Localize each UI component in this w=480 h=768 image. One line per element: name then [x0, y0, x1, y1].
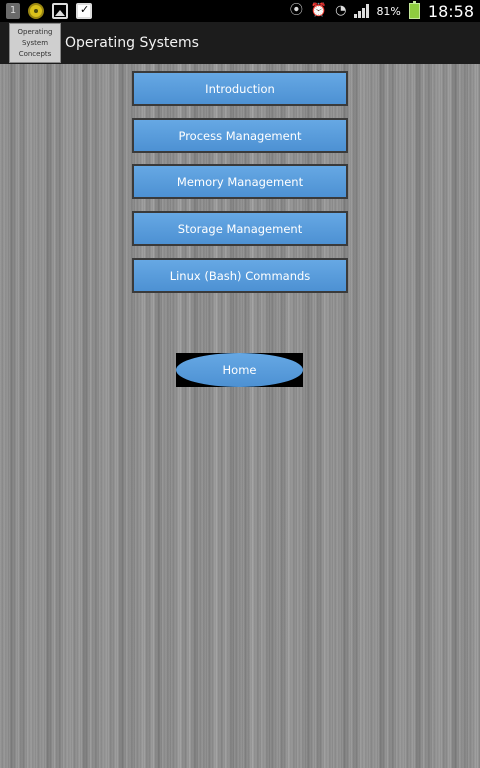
logo-line: Concepts: [18, 49, 52, 58]
battery-percent: 81%: [376, 4, 401, 18]
signal-icon: [354, 4, 370, 18]
process-management-button[interactable]: Process Management: [132, 118, 348, 153]
logo-line: Operating: [17, 27, 53, 36]
clipboard-check-icon: [76, 3, 92, 19]
wifi-icon: ◔: [335, 3, 347, 18]
notification-count-icon: 1: [6, 3, 20, 19]
main-content: Introduction Process Management Memory M…: [0, 64, 480, 768]
status-right: ⦿ ⏰ ◔ 81% 18:58: [290, 0, 474, 22]
app-logo[interactable]: Operating System Concepts: [9, 23, 61, 63]
home-button[interactable]: Home: [176, 353, 303, 387]
storage-management-button[interactable]: Storage Management: [132, 211, 348, 246]
action-bar: Operating System Concepts Operating Syst…: [0, 22, 480, 64]
clock-time: 18:58: [427, 1, 474, 21]
alarm-icon: ⏰: [310, 3, 328, 18]
home-button-frame: Home: [176, 353, 303, 387]
linux-bash-commands-button[interactable]: Linux (Bash) Commands: [132, 258, 348, 293]
coin-icon: [28, 3, 44, 19]
app-title: Operating Systems: [65, 35, 199, 51]
battery-icon: [408, 1, 420, 19]
status-left: 1: [6, 0, 92, 22]
vibrate-icon: ⦿: [289, 3, 303, 18]
status-bar: 1 ⦿ ⏰ ◔ 81% 18:58: [0, 0, 480, 22]
logo-line: System: [21, 38, 49, 47]
memory-management-button[interactable]: Memory Management: [132, 164, 348, 199]
introduction-button[interactable]: Introduction: [132, 71, 348, 106]
gallery-icon: [52, 3, 68, 19]
